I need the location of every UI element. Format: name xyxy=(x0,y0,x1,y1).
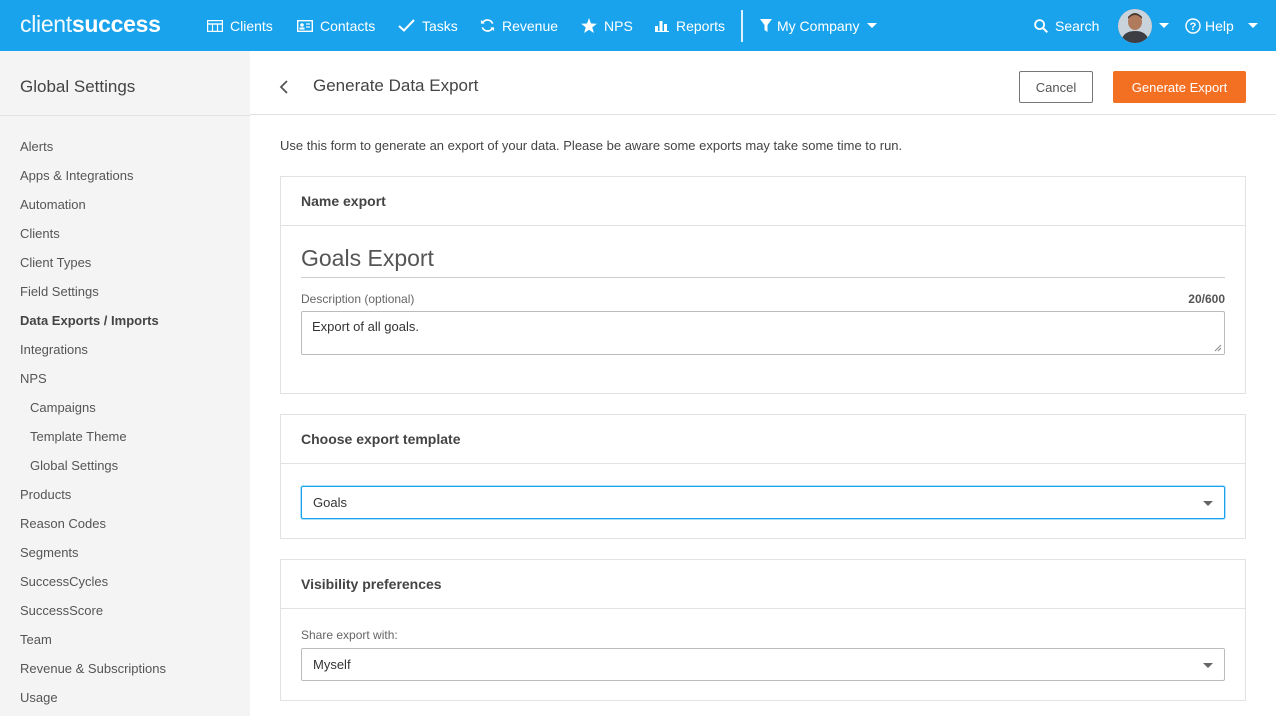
nav-revenue[interactable]: Revenue xyxy=(480,0,558,51)
nav-search[interactable]: Search xyxy=(1034,0,1099,51)
sidebar-item-integrations[interactable]: Integrations xyxy=(20,342,88,357)
sidebar-item-client-types[interactable]: Client Types xyxy=(20,255,91,270)
account-menu-toggle[interactable] xyxy=(1159,0,1169,51)
sidebar-title: Global Settings xyxy=(20,77,136,96)
refresh-icon xyxy=(480,19,495,32)
sidebar-item-nps[interactable]: NPS xyxy=(20,371,47,386)
nav-help[interactable]: ? Help xyxy=(1185,0,1258,51)
user-photo-icon xyxy=(1118,9,1152,43)
nav-divider xyxy=(741,10,743,42)
character-count: 20/600 xyxy=(1188,292,1225,306)
nav-reports-label: Reports xyxy=(676,17,726,34)
resize-handle-icon[interactable] xyxy=(1214,344,1222,352)
divider xyxy=(0,115,250,116)
nav-nps-label: NPS xyxy=(604,17,633,34)
back-button[interactable] xyxy=(278,78,292,96)
nav-tasks[interactable]: Tasks xyxy=(398,0,458,51)
description-label: Description (optional) xyxy=(301,292,415,306)
sidebar-item-automation[interactable]: Automation xyxy=(20,197,86,212)
chevron-down-icon xyxy=(1203,663,1213,668)
settings-sidebar: Global Settings Alerts Apps & Integratio… xyxy=(0,51,250,716)
checkmark-icon xyxy=(398,19,415,32)
description-textarea[interactable]: Export of all goals. xyxy=(301,311,1225,355)
nav-reports[interactable]: Reports xyxy=(655,0,725,51)
sidebar-item-clients[interactable]: Clients xyxy=(20,226,60,241)
nav-contacts-label: Contacts xyxy=(320,17,376,34)
chevron-down-icon xyxy=(1159,23,1169,28)
share-with-label: Share export with: xyxy=(301,628,398,642)
avatar[interactable] xyxy=(1118,9,1152,43)
nav-search-label: Search xyxy=(1055,17,1100,34)
nav-nps[interactable]: NPS xyxy=(581,0,633,51)
sidebar-item-alerts[interactable]: Alerts xyxy=(20,139,53,154)
export-template-select[interactable]: Goals xyxy=(301,486,1225,519)
visibility-heading: Visibility preferences xyxy=(281,560,1245,609)
company-selector-label: My Company xyxy=(777,17,860,34)
sidebar-item-team[interactable]: Team xyxy=(20,632,52,647)
page-title: Generate Data Export xyxy=(313,76,479,95)
sidebar-item-reason-codes[interactable]: Reason Codes xyxy=(20,516,106,531)
nav-revenue-label: Revenue xyxy=(502,17,559,34)
nav-help-label: Help xyxy=(1205,17,1234,34)
export-template-value: Goals xyxy=(313,495,347,510)
svg-text:?: ? xyxy=(1190,21,1197,33)
filter-icon xyxy=(760,19,772,32)
sidebar-item-nps-global-settings[interactable]: Global Settings xyxy=(30,458,118,473)
sidebar-item-usage[interactable]: Usage xyxy=(20,690,58,705)
description-value: Export of all goals. xyxy=(312,319,419,334)
sidebar-item-apps-integrations[interactable]: Apps & Integrations xyxy=(20,168,133,183)
sidebar-item-successcycles[interactable]: SuccessCycles xyxy=(20,574,108,589)
bar-chart-icon xyxy=(655,21,669,32)
export-template-panel: Choose export template Goals xyxy=(280,414,1246,539)
logo-text-success: success xyxy=(71,11,161,37)
nav-contacts[interactable]: Contacts xyxy=(297,0,375,51)
share-with-value: Myself xyxy=(313,657,351,672)
company-selector[interactable]: My Company xyxy=(760,0,878,51)
app-logo[interactable]: clientsuccess xyxy=(20,11,161,38)
help-icon: ? xyxy=(1185,17,1201,34)
sidebar-item-products[interactable]: Products xyxy=(20,487,71,502)
sidebar-item-data-exports-imports[interactable]: Data Exports / Imports xyxy=(20,313,159,328)
contact-card-icon xyxy=(297,19,313,32)
top-nav-bar: clientsuccess Clients Contacts Tasks Rev… xyxy=(0,0,1276,51)
sidebar-item-segments[interactable]: Segments xyxy=(20,545,79,560)
cancel-button[interactable]: Cancel xyxy=(1019,71,1093,103)
sidebar-item-campaigns[interactable]: Campaigns xyxy=(30,400,96,415)
chevron-down-icon xyxy=(1247,23,1258,28)
table-icon xyxy=(207,19,223,32)
share-with-select[interactable]: Myself xyxy=(301,648,1225,681)
generate-export-button[interactable]: Generate Export xyxy=(1113,71,1246,103)
sidebar-item-template-theme[interactable]: Template Theme xyxy=(30,429,127,444)
nav-tasks-label: Tasks xyxy=(422,17,458,34)
export-name-input[interactable]: Goals Export xyxy=(301,245,1225,278)
intro-text: Use this form to generate an export of y… xyxy=(280,138,903,153)
search-icon xyxy=(1034,18,1048,33)
chevron-down-icon xyxy=(867,23,878,28)
chevron-down-icon xyxy=(1203,501,1213,506)
visibility-panel: Visibility preferences Share export with… xyxy=(280,559,1246,701)
name-export-heading: Name export xyxy=(281,177,1245,226)
chevron-left-icon xyxy=(279,80,288,94)
sidebar-item-revenue-subscriptions[interactable]: Revenue & Subscriptions xyxy=(20,661,166,676)
logo-text-client: client xyxy=(20,11,72,37)
export-template-heading: Choose export template xyxy=(281,415,1245,464)
name-export-panel: Name export Goals Export Description (op… xyxy=(280,176,1246,394)
nav-clients-label: Clients xyxy=(230,17,273,34)
star-icon xyxy=(581,18,597,33)
sidebar-item-field-settings[interactable]: Field Settings xyxy=(20,284,99,299)
sidebar-item-successscore[interactable]: SuccessScore xyxy=(20,603,103,618)
nav-clients[interactable]: Clients xyxy=(207,0,273,51)
